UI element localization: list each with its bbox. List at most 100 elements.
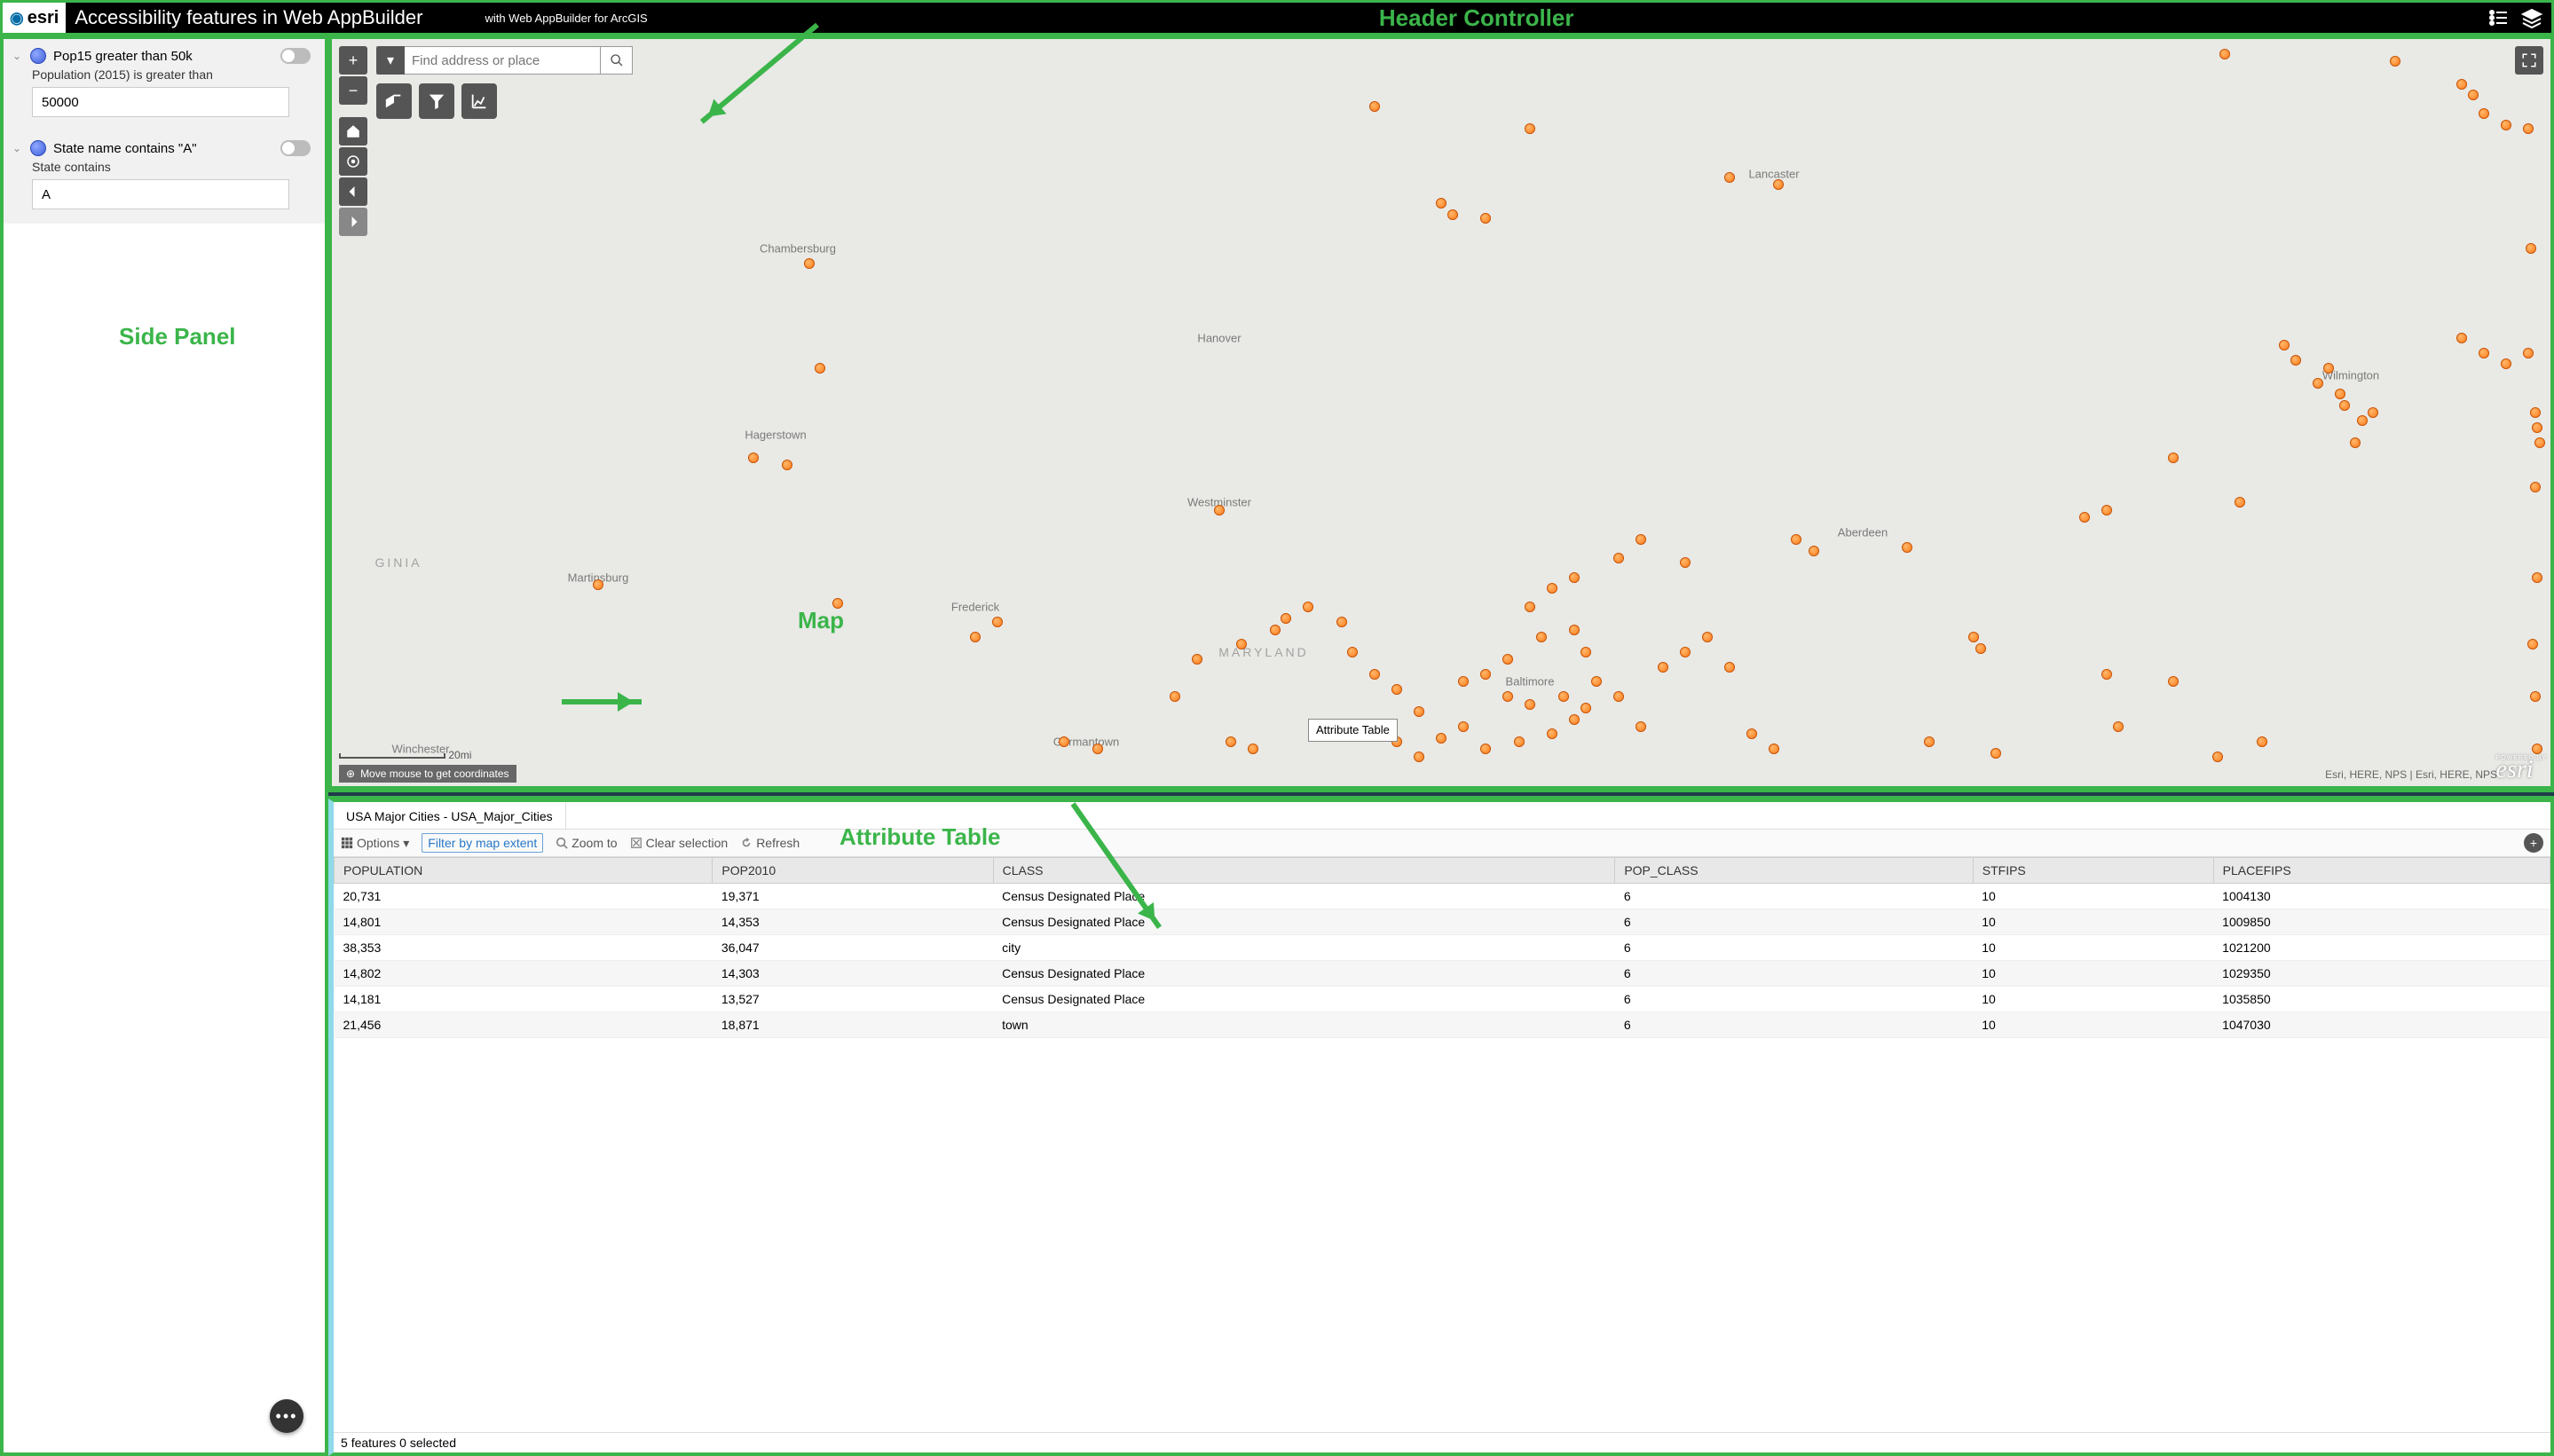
city-point[interactable] [2534,437,2545,448]
bookmarks-widget-button[interactable] [376,83,412,119]
city-point[interactable] [2212,752,2223,762]
city-point[interactable] [2532,744,2542,754]
filter-toggle[interactable] [280,48,311,64]
refresh-button[interactable]: Refresh [740,836,800,850]
city-point[interactable] [2113,721,2124,732]
city-point[interactable] [2479,348,2489,358]
city-point[interactable] [2532,422,2542,433]
coordinate-widget[interactable]: ⊕ Move mouse to get coordinates [339,765,516,783]
city-point[interactable] [1059,736,1069,747]
city-point[interactable] [1248,744,1258,754]
city-point[interactable] [1480,669,1491,680]
city-point[interactable] [2527,639,2538,649]
expand-icon[interactable]: ⌄ [12,50,23,62]
city-point[interactable] [1636,534,1646,545]
city-point[interactable] [2501,120,2511,130]
city-point[interactable] [2290,355,2301,366]
city-point[interactable] [1270,625,1281,635]
city-point[interactable] [1580,647,1591,657]
more-actions-button[interactable]: ••• [270,1399,303,1433]
clear-selection-button[interactable]: Clear selection [630,836,729,850]
city-point[interactable] [1591,676,1602,687]
city-point[interactable] [1436,198,1446,209]
search-button[interactable] [600,46,632,75]
city-point[interactable] [2313,378,2323,389]
column-header[interactable]: POP2010 [713,858,993,884]
city-point[interactable] [782,460,792,470]
city-point[interactable] [1192,654,1202,665]
city-point[interactable] [1569,572,1580,583]
city-point[interactable] [1558,691,1569,702]
zoom-to-button[interactable]: Zoom to [556,836,617,850]
table-row[interactable]: 14,80214,303Census Designated Place61010… [335,961,2550,987]
city-point[interactable] [2323,363,2334,374]
city-point[interactable] [2456,79,2467,90]
city-point[interactable] [2526,243,2536,254]
city-point[interactable] [804,258,815,269]
table-row[interactable]: 14,18113,527Census Designated Place61010… [335,987,2550,1012]
prev-extent-button[interactable] [339,177,367,206]
zoom-out-button[interactable]: − [339,76,367,105]
table-row[interactable]: 14,80114,353Census Designated Place61010… [335,909,2550,935]
city-point[interactable] [1525,699,1535,710]
city-point[interactable] [1990,748,2001,759]
city-point[interactable] [1773,179,1784,190]
city-point[interactable] [2390,56,2400,67]
filter-value-input[interactable] [32,179,289,209]
search-source-dropdown[interactable]: ▾ [376,46,405,75]
city-point[interactable] [1902,542,1912,553]
city-point[interactable] [1514,736,1525,747]
city-point[interactable] [1769,744,1779,754]
city-point[interactable] [1525,123,1535,134]
table-row[interactable]: 21,45618,871town6101047030 [335,1012,2550,1038]
expand-icon[interactable]: ⌄ [12,142,23,154]
city-point[interactable] [1369,101,1380,112]
city-point[interactable] [1480,744,1491,754]
city-point[interactable] [1613,553,1624,563]
city-point[interactable] [1447,209,1458,220]
fullscreen-button[interactable] [2515,46,2543,75]
filter-value-input[interactable] [32,87,289,117]
city-point[interactable] [748,453,759,463]
city-point[interactable] [2479,108,2489,119]
city-point[interactable] [2468,90,2479,100]
city-point[interactable] [1636,721,1646,732]
zoom-in-button[interactable]: + [339,46,367,75]
city-point[interactable] [1924,736,1935,747]
city-point[interactable] [2523,123,2534,134]
city-point[interactable] [1458,676,1469,687]
city-point[interactable] [1547,728,1557,739]
city-point[interactable] [1281,613,1291,624]
city-point[interactable] [1414,752,1424,762]
city-point[interactable] [1809,546,1819,556]
city-point[interactable] [2279,340,2290,350]
table-row[interactable]: 20,73119,371Census Designated Place61010… [335,884,2550,909]
next-extent-button[interactable] [339,208,367,236]
home-button[interactable] [339,117,367,146]
table-row[interactable]: 38,35336,047city6101021200 [335,935,2550,961]
column-header[interactable]: POP_CLASS [1615,858,1973,884]
city-point[interactable] [2168,676,2179,687]
city-point[interactable] [2530,691,2541,702]
city-point[interactable] [1569,714,1580,725]
city-point[interactable] [1702,632,1713,642]
column-header[interactable]: PLACEFIPS [2213,858,2550,884]
data-grid[interactable]: POPULATIONPOP2010CLASSPOP_CLASSSTFIPSPLA… [334,857,2550,1038]
city-point[interactable] [2101,669,2112,680]
city-point[interactable] [1414,706,1424,717]
table-options-button[interactable]: Options ▾ [341,836,409,851]
locate-button[interactable] [339,147,367,176]
city-point[interactable] [1347,647,1358,657]
city-point[interactable] [1791,534,1801,545]
city-point[interactable] [2219,49,2230,59]
city-point[interactable] [1680,647,1691,657]
column-header[interactable]: POPULATION [335,858,713,884]
city-point[interactable] [1502,691,1513,702]
city-point[interactable] [1613,691,1624,702]
city-point[interactable] [1968,632,1979,642]
city-point[interactable] [1724,662,1735,673]
filter-widget-button[interactable] [419,83,454,119]
city-point[interactable] [1580,703,1591,713]
city-point[interactable] [593,579,603,590]
city-point[interactable] [1525,602,1535,612]
